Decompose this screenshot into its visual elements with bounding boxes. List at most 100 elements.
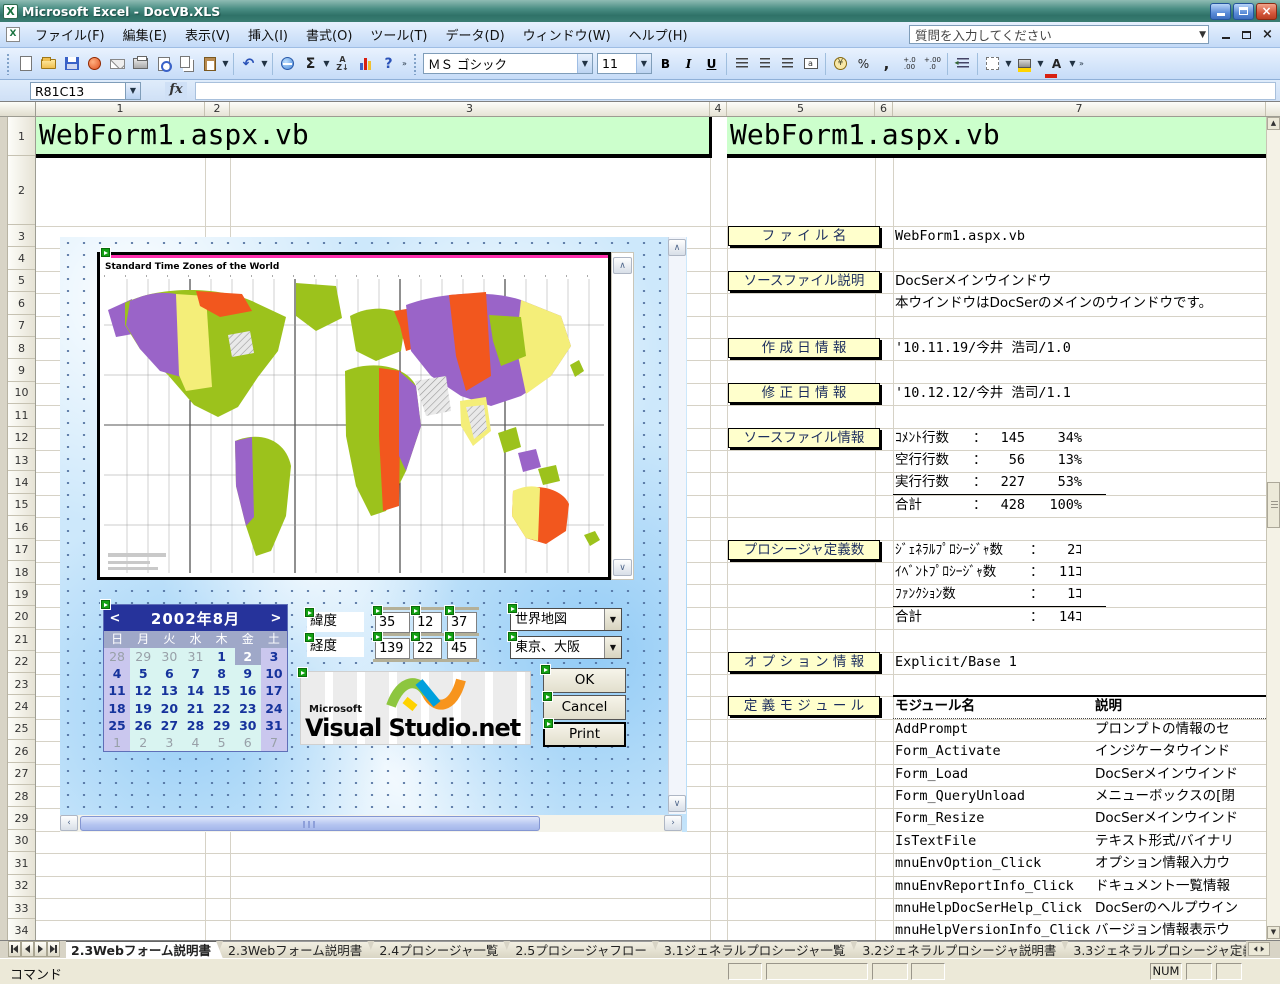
calendar-day-16[interactable]: 16: [235, 682, 261, 699]
calendar-day-27[interactable]: 27: [156, 717, 182, 734]
workbook-close-button[interactable]: ×: [1261, 29, 1274, 41]
row-header-26[interactable]: 26: [8, 741, 35, 762]
sheet-tab-3[interactable]: 2.5プロシージャフロー: [503, 941, 659, 959]
calendar-day-5[interactable]: 5: [130, 665, 156, 682]
designer-glyph-icon[interactable]: [305, 633, 314, 642]
undo-dropdown-icon[interactable]: ▼: [260, 53, 269, 74]
calendar-day-21[interactable]: 21: [182, 700, 208, 717]
row-header-14[interactable]: 14: [8, 472, 35, 493]
calendar-day-10[interactable]: 10: [261, 665, 287, 682]
menu-item-6[interactable]: データ(D): [437, 22, 514, 47]
workbook-minimize-button[interactable]: [1219, 29, 1232, 41]
autosum-icon[interactable]: Σ: [300, 53, 321, 74]
sheet-tab-5[interactable]: 3.2ジェネラルプロシージャ説明書: [850, 941, 1068, 959]
align-left-icon[interactable]: [731, 53, 752, 74]
row-header-5[interactable]: 5: [8, 271, 35, 292]
calendar-day-7[interactable]: 7: [182, 665, 208, 682]
sheet-vertical-scrollbar[interactable]: ▲ ▼: [1266, 117, 1280, 940]
designer-glyph-icon[interactable]: [543, 692, 552, 701]
calendar-day-30[interactable]: 30: [156, 648, 182, 665]
menu-item-8[interactable]: ヘルプ(H): [620, 22, 697, 47]
menu-item-7[interactable]: ウィンドウ(W): [514, 22, 620, 47]
merge-center-icon[interactable]: a: [800, 53, 821, 74]
row-header-13[interactable]: 13: [8, 450, 35, 471]
row-header-2[interactable]: 2: [8, 157, 35, 225]
name-box[interactable]: R81C13: [30, 82, 125, 100]
row-header-27[interactable]: 27: [8, 764, 35, 785]
city-select-combo[interactable]: 東京、大阪 ▼: [510, 636, 622, 659]
chevron-down-icon[interactable]: ▼: [604, 609, 621, 630]
toolbar-options-icon[interactable]: »: [1077, 53, 1086, 74]
column-header-2[interactable]: 2: [205, 102, 230, 116]
map-scrollbar[interactable]: ∧ ∨: [611, 252, 634, 580]
row-header-31[interactable]: 31: [8, 853, 35, 874]
calendar-day-1[interactable]: 1: [104, 734, 130, 751]
row-header-23[interactable]: 23: [8, 674, 35, 695]
calendar-day-28[interactable]: 28: [182, 717, 208, 734]
close-button[interactable]: ×: [1256, 3, 1277, 20]
percent-style-icon[interactable]: %: [853, 53, 874, 74]
row-header-8[interactable]: 8: [8, 338, 35, 359]
row-header-6[interactable]: 6: [8, 293, 35, 314]
name-box-dropdown-icon[interactable]: ▼: [125, 82, 141, 100]
row-header-10[interactable]: 10: [8, 383, 35, 404]
menu-item-0[interactable]: ファイル(F): [26, 22, 114, 47]
print-button[interactable]: Print: [543, 722, 626, 747]
longitude-deg-input[interactable]: 139: [375, 638, 410, 659]
calendar-day-11[interactable]: 11: [104, 682, 130, 699]
select-all-corner[interactable]: [0, 102, 36, 116]
fill-color-dropdown-icon[interactable]: ▼: [1036, 53, 1045, 74]
sort-ascending-icon[interactable]: AZ↓: [332, 53, 353, 74]
menu-item-5[interactable]: ツール(T): [361, 22, 436, 47]
scroll-down-icon[interactable]: ∨: [613, 559, 632, 576]
scroll-down-icon[interactable]: ▼: [1267, 926, 1280, 939]
designer-horizontal-scrollbar[interactable]: ‹ ›: [60, 815, 682, 832]
calendar-day-26[interactable]: 26: [130, 717, 156, 734]
longitude-sec-input[interactable]: 45: [447, 638, 477, 659]
calendar-day-20[interactable]: 20: [156, 700, 182, 717]
scroll-up-icon[interactable]: ▲: [1267, 117, 1280, 130]
chevron-down-icon[interactable]: ▼: [604, 637, 621, 658]
sheet-tab-2[interactable]: 2.4プロシージャ一覧: [367, 941, 510, 959]
chevron-down-icon[interactable]: ▼: [577, 54, 592, 73]
sheet-tab-0[interactable]: 2.3Webフォーム説明書: [66, 941, 223, 959]
row-header-15[interactable]: 15: [8, 495, 35, 516]
scroll-left-icon[interactable]: ‹: [60, 815, 78, 831]
calendar-day-25[interactable]: 25: [104, 717, 130, 734]
underline-icon[interactable]: U: [701, 53, 722, 74]
calendar-day-1[interactable]: 1: [209, 648, 235, 665]
designer-glyph-icon[interactable]: [298, 668, 307, 677]
calendar-day-19[interactable]: 19: [130, 700, 156, 717]
chevron-down-icon[interactable]: ▼: [636, 54, 651, 73]
copy-icon[interactable]: [176, 53, 197, 74]
sheet-tab-4[interactable]: 3.1ジェネラルプロシージャ一覧: [652, 941, 858, 959]
sheet-tab-1[interactable]: 2.3Webフォーム説明書: [216, 941, 374, 959]
toolbar-options-icon[interactable]: »: [400, 53, 409, 74]
italic-icon[interactable]: I: [678, 53, 699, 74]
designer-glyph-icon[interactable]: [305, 608, 314, 617]
scroll-down-icon[interactable]: ∨: [668, 795, 686, 812]
row-header-9[interactable]: 9: [8, 360, 35, 381]
right-title-cell[interactable]: WebForm1.aspx.vb: [727, 117, 1266, 154]
row-header-29[interactable]: 29: [8, 808, 35, 829]
cancel-button[interactable]: Cancel: [543, 695, 626, 720]
help-icon[interactable]: ?: [378, 53, 399, 74]
row-header-3[interactable]: 3: [8, 226, 35, 247]
sheet-grid[interactable]: 1234567891011121314151617181920212223242…: [0, 117, 1280, 940]
print-icon[interactable]: [130, 53, 151, 74]
latitude-deg-input[interactable]: 35: [375, 612, 410, 633]
workbook-restore-button[interactable]: [1240, 29, 1253, 41]
font-size-combo[interactable]: 11 ▼: [597, 53, 652, 74]
calendar-day-29[interactable]: 29: [209, 717, 235, 734]
prev-sheet-icon[interactable]: [21, 941, 34, 957]
align-center-icon[interactable]: [754, 53, 775, 74]
currency-icon[interactable]: ¥: [830, 53, 851, 74]
row-header-20[interactable]: 20: [8, 607, 35, 628]
calendar-day-13[interactable]: 13: [156, 682, 182, 699]
chart-wizard-icon[interactable]: [355, 53, 376, 74]
new-icon[interactable]: [15, 53, 36, 74]
sheet-tab-6[interactable]: 3.3ジェネラルプロシージャ定義書: [1061, 941, 1246, 959]
mail-icon[interactable]: [107, 53, 128, 74]
minimize-button[interactable]: [1210, 3, 1231, 20]
designer-glyph-icon[interactable]: [373, 606, 382, 615]
